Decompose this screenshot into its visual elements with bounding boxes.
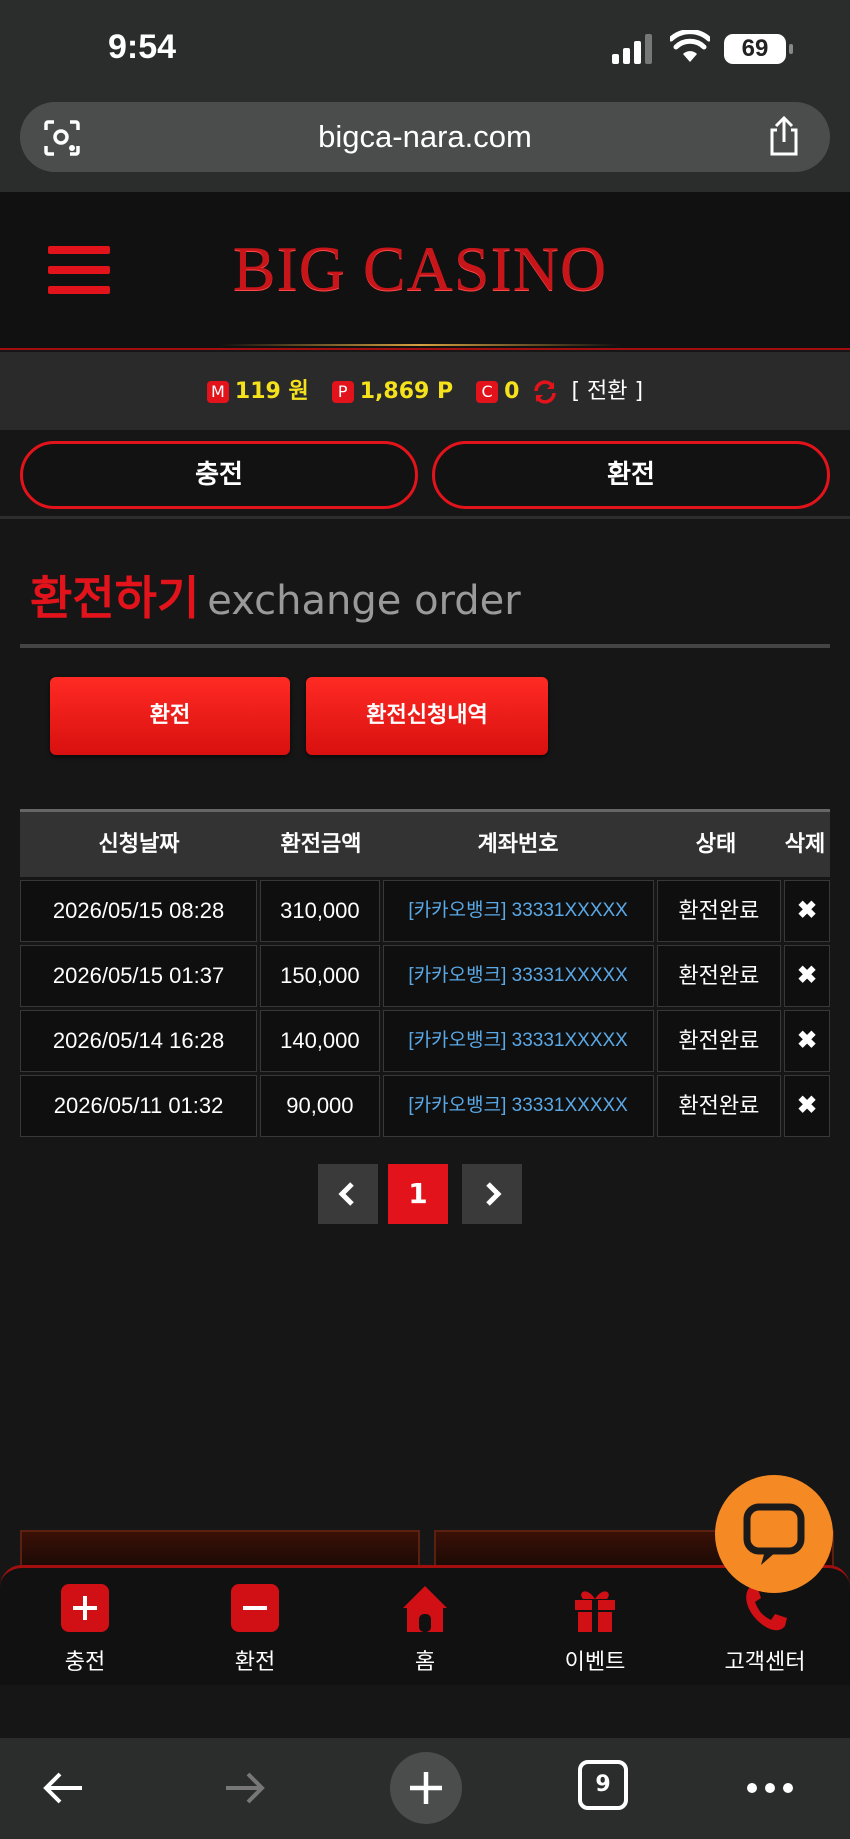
- wifi-icon: [670, 30, 710, 62]
- switch-link[interactable]: [ 전환 ]: [571, 379, 643, 404]
- delete-icon[interactable]: ✖: [784, 880, 830, 942]
- col-date: 신청날짜: [98, 832, 180, 857]
- tab-deposit[interactable]: 충전: [20, 441, 418, 509]
- site-logo[interactable]: BIG CASINO: [200, 232, 640, 346]
- cell-date: 2026/05/11 01:32: [20, 1075, 258, 1137]
- page-1-button[interactable]: 1: [388, 1164, 448, 1224]
- table-row: 2026/05/15 01:37 150,000 [카카오뱅크] 33331XXXX…: [20, 945, 830, 1007]
- casino-balance: 0: [504, 379, 520, 404]
- col-status: 상태: [695, 832, 737, 857]
- gift-icon: [575, 1591, 615, 1632]
- casino-badge: C: [476, 381, 499, 403]
- forward-arrow-icon[interactable]: [216, 1760, 272, 1816]
- cell-status: 환전완료: [656, 945, 782, 1007]
- status-bar: 9:54 69: [0, 0, 850, 96]
- nav-deposit[interactable]: 충전: [0, 1582, 170, 1676]
- refresh-icon[interactable]: [532, 379, 558, 405]
- table-row: 2026/05/14 16:28 140,000 [카카오뱅크] 33331XXXX…: [20, 1010, 830, 1072]
- balance-bar: M 119 원 P 1,869 P C0 [ 전환 ]: [0, 352, 850, 430]
- minus-icon: [231, 1584, 279, 1632]
- delete-icon[interactable]: ✖: [784, 945, 830, 1007]
- site-header: BIG CASINO: [0, 192, 850, 350]
- cell-date: 2026/05/15 01:37: [20, 945, 258, 1007]
- home-icon: [403, 1586, 447, 1632]
- point-badge: P: [331, 381, 354, 403]
- nav-event[interactable]: 이벤트: [510, 1582, 680, 1676]
- browser-bottom-bar: 9: [0, 1738, 850, 1839]
- point-balance: 1,869 P: [359, 379, 454, 404]
- nav-home[interactable]: 홈: [340, 1582, 510, 1676]
- url-text[interactable]: bigca-nara.com: [20, 102, 830, 172]
- money-badge: M: [206, 381, 229, 403]
- nav-withdraw[interactable]: 환전: [170, 1582, 340, 1676]
- promo-banner-1[interactable]: [20, 1530, 420, 1570]
- table-body: 2026/05/15 08:28 310,000 [카카오뱅크] 33331XXXX…: [20, 880, 830, 1137]
- divider: [0, 516, 850, 519]
- tab-switcher-button[interactable]: 9: [578, 1760, 634, 1816]
- cell-status: 환전완료: [656, 1075, 782, 1137]
- signal-icon: [612, 34, 652, 64]
- cell-date: 2026/05/14 16:28: [20, 1010, 258, 1072]
- col-amount: 환전금액: [280, 832, 362, 857]
- delete-icon[interactable]: ✖: [784, 1075, 830, 1137]
- title-divider: [20, 644, 830, 648]
- live-chat-button[interactable]: [715, 1475, 833, 1593]
- prev-page-button[interactable]: [318, 1164, 378, 1224]
- back-arrow-icon[interactable]: [36, 1760, 92, 1816]
- cell-amount: 310,000: [260, 880, 380, 942]
- nav-support[interactable]: 고객센터: [680, 1582, 850, 1676]
- hamburger-menu-icon[interactable]: [48, 246, 110, 296]
- table-row: 2026/05/15 08:28 310,000 [카카오뱅크] 33331XXXX…: [20, 880, 830, 942]
- delete-icon[interactable]: ✖: [784, 1010, 830, 1072]
- cell-amount: 140,000: [260, 1010, 380, 1072]
- exchange-button[interactable]: 환전: [50, 677, 290, 755]
- cell-status: 환전완료: [656, 880, 782, 942]
- chat-bubble-icon: [743, 1503, 805, 1565]
- cell-status: 환전완료: [656, 1010, 782, 1072]
- money-balance: 119 원: [234, 379, 309, 404]
- cell-amount: 90,000: [260, 1075, 380, 1137]
- cell-amount: 150,000: [260, 945, 380, 1007]
- cell-account: [카카오뱅크] 33331XXXXX: [382, 880, 654, 942]
- page-title: 환전하기 exchange order: [30, 568, 521, 628]
- cell-account: [카카오뱅크] 33331XXXXX: [382, 945, 654, 1007]
- cell-account: [카카오뱅크] 33331XXXXX: [382, 1010, 654, 1072]
- page-title-en: exchange order: [207, 578, 521, 624]
- status-time: 9:54: [108, 28, 177, 66]
- exchange-history-button[interactable]: 환전신청내역: [306, 677, 548, 755]
- page-title-ko: 환전하기: [30, 571, 200, 625]
- next-page-button[interactable]: [462, 1164, 522, 1224]
- plus-icon: [61, 1584, 109, 1632]
- table-row: 2026/05/11 01:32 90,000 [카카오뱅크] 33331XXXXX…: [20, 1075, 830, 1137]
- exchange-table: 신청날짜 환전금액 계좌번호 상태 삭제 2026/05/15 08:28 310…: [20, 809, 830, 1137]
- col-account: 계좌번호: [477, 832, 559, 857]
- more-options-icon[interactable]: [742, 1760, 798, 1816]
- new-tab-icon[interactable]: [388, 1750, 464, 1826]
- chevron-left-icon: [338, 1182, 354, 1206]
- share-icon[interactable]: [764, 114, 804, 158]
- col-delete: 삭제: [784, 832, 826, 857]
- table-header: 신청날짜 환전금액 계좌번호 상태 삭제: [20, 809, 830, 877]
- chevron-right-icon: [486, 1182, 502, 1206]
- address-bar[interactable]: bigca-nara.com: [20, 102, 830, 172]
- cell-account: [카카오뱅크] 33331XXXXX: [382, 1075, 654, 1137]
- browser-toolbar: bigca-nara.com: [0, 96, 850, 192]
- tab-withdraw[interactable]: 환전: [432, 441, 830, 509]
- tab-count: 9: [578, 1760, 628, 1810]
- battery-indicator: 69: [724, 34, 793, 64]
- cell-date: 2026/05/15 08:28: [20, 880, 258, 942]
